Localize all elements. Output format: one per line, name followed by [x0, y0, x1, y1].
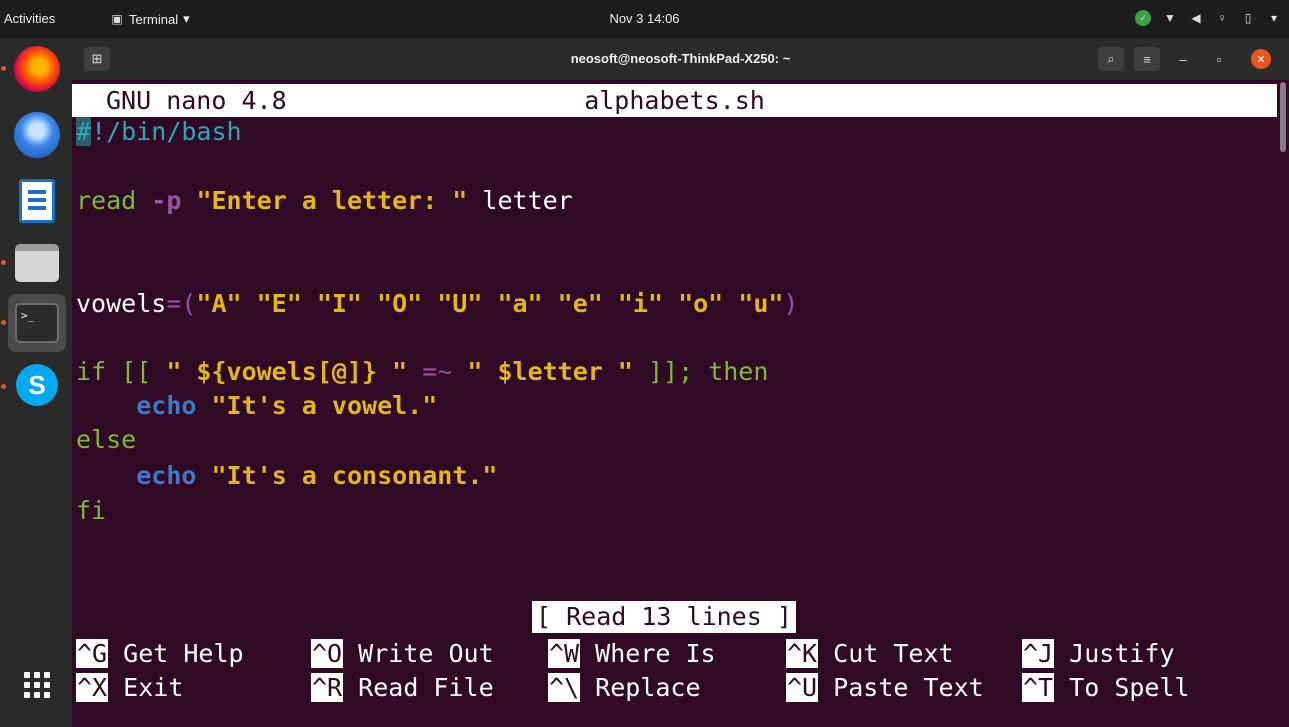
shortcut-read-file[interactable]: ^R Read File: [311, 672, 494, 704]
firefox-icon: [14, 46, 60, 92]
microphone-icon: ♀: [1217, 11, 1227, 25]
thunderbird-launcher[interactable]: [8, 106, 66, 164]
code-line-10[interactable]: else: [76, 425, 136, 455]
search-icon[interactable]: ⌕: [1098, 47, 1124, 71]
code-line-3[interactable]: read -p "Enter a letter: " letter: [76, 186, 573, 216]
status-message: [ Read 13 lines ]: [532, 601, 796, 633]
files-launcher[interactable]: [8, 234, 66, 292]
running-indicator: [1, 320, 6, 325]
code-line-1[interactable]: #!/bin/bash: [76, 117, 242, 147]
maximize-icon[interactable]: ▫: [1206, 47, 1232, 71]
close-icon[interactable]: ✕: [1251, 49, 1271, 69]
system-tray[interactable]: ✓ ▼ ◀ ♀ ▯ ▾: [1135, 10, 1281, 26]
terminal-icon: >_: [15, 303, 59, 343]
writer-launcher[interactable]: [8, 172, 66, 230]
battery-icon: ▯: [1244, 11, 1252, 25]
shortcut-justify[interactable]: ^J Justify: [1022, 638, 1175, 670]
text-cursor: #: [76, 117, 92, 146]
terminal-window: ⊞ neosoft@neosoft-ThinkPad-X250: ~ ⌕ ≡ –…: [72, 38, 1289, 727]
nano-editor[interactable]: GNU nano 4.8 alphabets.sh #!/bin/bash re…: [72, 80, 1277, 727]
running-indicator: [1, 66, 6, 71]
shortcut-replace[interactable]: ^\ Replace: [548, 672, 701, 704]
shortcut-get-help[interactable]: ^G Get Help: [76, 638, 244, 670]
window-titlebar[interactable]: ⊞ neosoft@neosoft-ThinkPad-X250: ~ ⌕ ≡ –…: [72, 38, 1289, 80]
libreoffice-writer-icon: [19, 179, 55, 223]
shortcut-write-out[interactable]: ^O Write Out: [311, 638, 494, 670]
chevron-down-icon[interactable]: ▾: [1267, 11, 1281, 25]
scrollbar-thumb[interactable]: [1280, 82, 1286, 152]
code-line-11[interactable]: echo "It's a consonant.": [76, 461, 497, 491]
skype-launcher[interactable]: S: [8, 356, 66, 414]
clock[interactable]: Nov 3 14:06: [0, 11, 1289, 26]
shortcut-cut-text[interactable]: ^K Cut Text: [786, 638, 954, 670]
skype-icon: S: [16, 364, 58, 406]
code-line-8[interactable]: if [[ " ${vowels[@]} " =~ " $letter " ]]…: [76, 357, 768, 387]
wifi-icon: ▼: [1164, 11, 1176, 25]
folder-icon: [15, 244, 59, 282]
running-indicator: [1, 384, 6, 389]
update-icon[interactable]: ✓: [1135, 10, 1151, 26]
top-bar: Activities ▣ Terminal ▾ Nov 3 14:06 ✓ ▼ …: [0, 0, 1289, 38]
show-applications-icon[interactable]: [22, 670, 52, 700]
thunderbird-icon: [14, 112, 60, 158]
scrollbar[interactable]: [1277, 80, 1289, 727]
minimize-icon[interactable]: –: [1170, 47, 1196, 71]
shortcut-exit[interactable]: ^X Exit: [76, 672, 183, 704]
code-line-9[interactable]: echo "It's a vowel.": [76, 391, 437, 421]
shortcut-where-is[interactable]: ^W Where Is: [548, 638, 716, 670]
code-line-6[interactable]: vowels=("A" "E" "I" "O" "U" "a" "e" "i" …: [76, 289, 798, 319]
dock: >_ S: [0, 38, 72, 727]
code-line-12[interactable]: fi: [76, 496, 106, 526]
volume-icon: ◀: [1191, 11, 1201, 25]
file-name: alphabets.sh: [584, 86, 765, 115]
menu-icon[interactable]: ≡: [1134, 47, 1160, 71]
shortcut-to-spell[interactable]: ^T To Spell: [1022, 672, 1190, 704]
nano-header: GNU nano 4.8 alphabets.sh: [72, 84, 1277, 117]
terminal-launcher[interactable]: >_: [8, 294, 66, 352]
shortcut-paste-text[interactable]: ^U Paste Text: [786, 672, 984, 704]
firefox-launcher[interactable]: [8, 40, 66, 98]
running-indicator: [1, 260, 6, 265]
